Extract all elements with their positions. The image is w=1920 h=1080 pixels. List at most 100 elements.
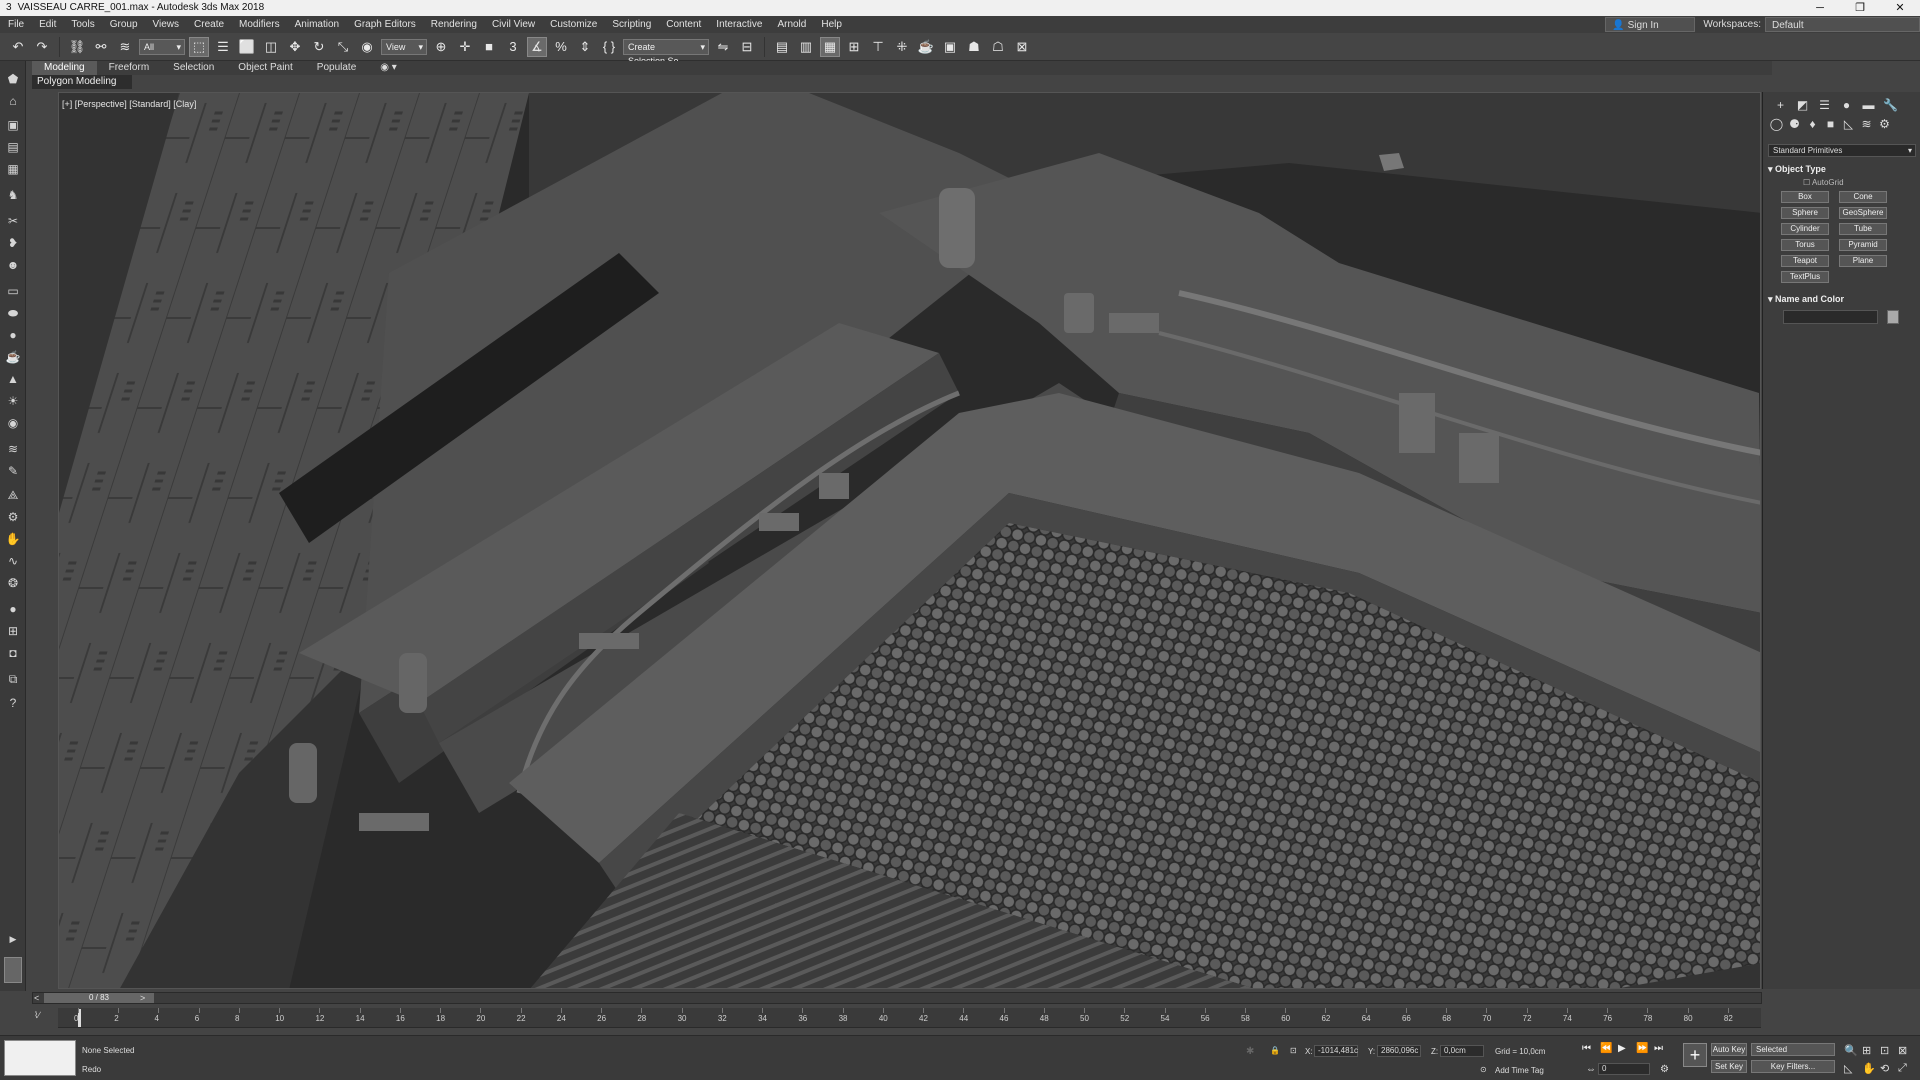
menu-modifiers[interactable]: Modifiers [231, 19, 287, 30]
align-left-icon[interactable]: ⊞ [4, 623, 22, 639]
redo-icon[interactable]: ↷ [32, 37, 52, 57]
go-to-end-icon[interactable]: ⏭ [1654, 1043, 1663, 1054]
keyboard-shortcut-icon[interactable]: ■ [479, 37, 499, 57]
align-icon[interactable]: ⊟ [737, 37, 757, 57]
ribbon-tab-selection[interactable]: Selection [161, 61, 226, 75]
play-icon[interactable]: ▶ [1618, 1043, 1626, 1054]
lights-icon[interactable]: ♦ [1805, 117, 1820, 132]
category-dropdown[interactable]: Standard Primitives [1768, 144, 1916, 157]
region-select-icon[interactable]: ⬜ [237, 37, 257, 57]
selection-filter-dropdown[interactable]: All [139, 38, 185, 55]
viewport-layout-icon[interactable] [4, 957, 22, 983]
close-icon[interactable]: ✕ [1880, 0, 1920, 16]
wave-icon[interactable]: ∿ [4, 553, 22, 569]
percent-snap-icon[interactable]: % [551, 37, 571, 57]
cylinder-button[interactable]: Cylinder [1781, 223, 1829, 235]
dot-icon[interactable]: ● [4, 601, 22, 617]
next-frame-icon[interactable]: > [140, 993, 145, 1003]
zoom-extents-all-icon[interactable]: ⊠ [1898, 1044, 1907, 1057]
ribbon-subpanel[interactable]: Polygon Modeling [32, 75, 132, 89]
isolate-icon[interactable]: ✱ [1246, 1046, 1254, 1057]
spinner-snap-icon[interactable]: ⇕ [575, 37, 595, 57]
ribbon-tab-object-paint[interactable]: Object Paint [226, 61, 304, 75]
deform-icon[interactable]: ⟁ [4, 487, 22, 503]
menu-views[interactable]: Views [145, 19, 187, 30]
x-coordinate-field[interactable]: -1014,481c [1314, 1045, 1358, 1057]
add-time-tag-icon[interactable]: ⊙ [1480, 1065, 1487, 1074]
plane-button[interactable]: Plane [1839, 255, 1887, 267]
snaps-icon[interactable]: 3 [503, 37, 523, 57]
list-icon[interactable]: ▤ [4, 139, 22, 155]
zoom-all-icon[interactable]: ⊞ [1862, 1044, 1871, 1057]
circle-icon[interactable]: ● [4, 327, 22, 343]
spline-icon[interactable]: ≋ [4, 441, 22, 457]
absolute-mode-icon[interactable]: ⊡ [1290, 1046, 1297, 1055]
name-color-rollout[interactable]: ▾ Name and Color [1768, 294, 1916, 305]
grid-icon[interactable]: ▦ [4, 161, 22, 177]
time-config-icon[interactable]: ⚙ [1660, 1064, 1669, 1075]
key-mode-icon[interactable]: ⇔ [1586, 1064, 1596, 1075]
display-tab-icon[interactable]: ▬ [1861, 98, 1876, 113]
tube-button[interactable]: Tube [1839, 223, 1887, 235]
menu-content[interactable]: Content [658, 19, 708, 30]
menu-create[interactable]: Create [186, 19, 231, 30]
scale-icon[interactable]: ⤡ [333, 37, 353, 57]
hand-icon[interactable]: ✋ [4, 531, 22, 547]
object-color-swatch[interactable] [1887, 310, 1899, 324]
light-icon[interactable]: ☀ [4, 393, 22, 409]
restore-icon[interactable]: ❐ [1840, 0, 1880, 16]
viewport-label[interactable]: [+] [Perspective] [Standard] [Clay] [62, 99, 196, 109]
cameras-icon[interactable]: ■ [1823, 117, 1838, 132]
box-icon[interactable]: ▭ [4, 283, 22, 299]
zoom-icon[interactable]: 🔍 [1844, 1044, 1858, 1057]
placement-icon[interactable]: ◉ [357, 37, 377, 57]
systems-icon[interactable]: ⚙ [1877, 117, 1892, 132]
helpers-icon[interactable]: ◺ [1841, 117, 1856, 132]
pivot-icon[interactable]: ⊕ [431, 37, 451, 57]
auto-key-button[interactable]: Auto Key [1711, 1043, 1747, 1056]
prev-frame-icon[interactable]: < [34, 993, 39, 1003]
ribbon-icon[interactable]: ▦ [820, 36, 840, 57]
add-time-tag[interactable]: Add Time Tag [1495, 1066, 1544, 1075]
window-crossing-icon[interactable]: ◫ [261, 37, 281, 57]
teapot-button[interactable]: Teapot [1781, 255, 1829, 267]
track-bar[interactable] [58, 1008, 1761, 1028]
minimize-icon[interactable]: ─ [1800, 0, 1840, 16]
utilities-tab-icon[interactable]: 🔧 [1883, 98, 1898, 113]
workspaces-selector[interactable]: Workspaces: Default [1703, 17, 1920, 32]
motion-tab-icon[interactable]: ● [1839, 98, 1854, 113]
geosphere-button[interactable]: GeoSphere [1839, 207, 1887, 219]
render-frame-icon[interactable]: ▣ [940, 37, 960, 57]
schematic-icon[interactable]: ⊤ [868, 37, 888, 57]
material-editor-icon[interactable]: ⁜ [892, 37, 912, 57]
menu-edit[interactable]: Edit [31, 19, 63, 30]
reference-coordinate-dropdown[interactable]: View [381, 38, 427, 55]
perspective-viewport[interactable] [58, 92, 1761, 989]
menu-file[interactable]: File [0, 19, 31, 30]
menu-interactive[interactable]: Interactive [708, 19, 769, 30]
swirl-icon[interactable]: ❂ [4, 575, 22, 591]
ribbon-tab-freeform[interactable]: Freeform [97, 61, 162, 75]
maxscript-listener[interactable] [4, 1040, 76, 1076]
teapot-icon[interactable]: ☕ [4, 349, 22, 365]
workspace-dropdown[interactable]: Default [1765, 17, 1920, 32]
trackbar-curve-icon[interactable]: ⌇∕ [34, 1010, 54, 1026]
box-button[interactable]: Box [1781, 191, 1829, 203]
camera-icon[interactable]: ◘ [4, 645, 22, 661]
menu-arnold[interactable]: Arnold [769, 19, 813, 30]
menu-rendering[interactable]: Rendering [423, 19, 484, 30]
ribbon-tab-populate[interactable]: Populate [305, 61, 368, 75]
key-mode-dropdown[interactable]: Selected [1751, 1043, 1835, 1056]
scene-explorer-icon[interactable]: ▥ [796, 37, 816, 57]
pyramid-button[interactable]: Pyramid [1839, 239, 1887, 251]
select-by-name-icon[interactable]: ☰ [213, 37, 233, 57]
sphere-icon[interactable]: ⬬ [4, 305, 22, 321]
move-icon[interactable]: ✥ [285, 37, 305, 57]
panel-icon[interactable]: ▣ [4, 117, 22, 133]
torus-button[interactable]: Torus [1781, 239, 1829, 251]
set-key-button[interactable]: Set Key [1711, 1060, 1747, 1073]
named-selection-dropdown[interactable]: Create Selection Se [623, 38, 709, 66]
create-selection-icon[interactable]: ⬟ [4, 71, 22, 87]
lock-selection-icon[interactable]: 🔒 [1270, 1046, 1280, 1055]
shape-icon[interactable]: ⌂ [4, 93, 22, 109]
